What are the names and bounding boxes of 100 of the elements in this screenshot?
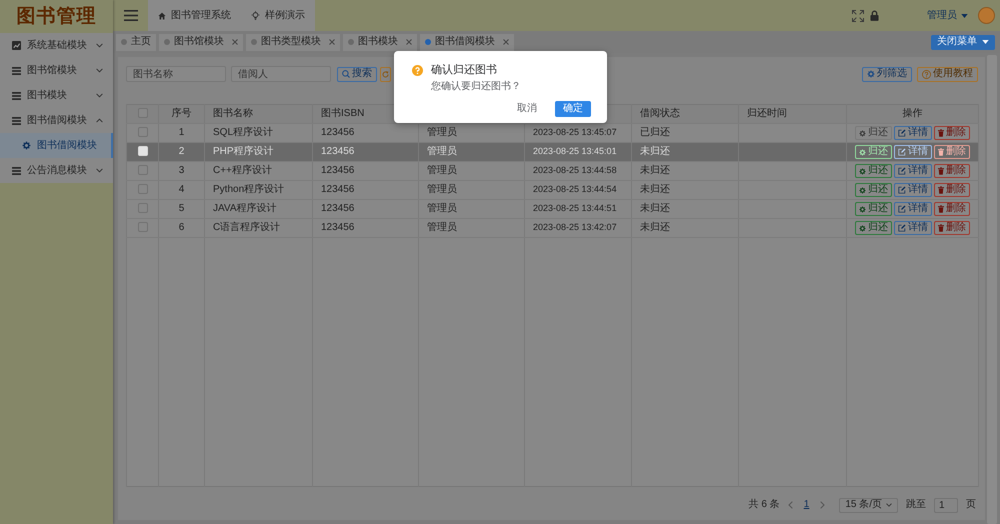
tab[interactable]: 图书借阅模块 [420, 34, 514, 50]
delete-button[interactable]: 删除 [934, 164, 970, 178]
delete-button[interactable]: 删除 [934, 202, 970, 216]
close-menu-button[interactable]: 关闭菜单 [931, 34, 995, 50]
page-input[interactable]: 1 [934, 498, 958, 512]
page-suffix: 页 [966, 499, 976, 511]
fullscreen-icon[interactable] [852, 10, 864, 22]
column-header: 图书名称 [213, 108, 253, 119]
column-header: 序号 [172, 108, 192, 119]
delete-button[interactable]: 删除 [934, 126, 970, 140]
question-icon [922, 70, 931, 78]
table-row[interactable]: 3 C++程序设计 123456 管理员 2023-08-25 13:44:58 未归还 归还 详情 删除 [126, 162, 978, 180]
table-cell: 6 [178, 222, 184, 233]
table-cell: 管理员 [427, 222, 457, 233]
delete-button[interactable]: 删除 [934, 183, 970, 197]
table-row[interactable]: 5 JAVA程序设计 123456 管理员 2023-08-25 13:44:51 未归还 归还 详情 删除 [126, 200, 978, 218]
dot-icon [425, 39, 431, 45]
column-header: 归还时间 [747, 108, 787, 119]
detail-button[interactable]: 详情 [894, 202, 932, 216]
sidebar-item[interactable]: 图书馆模块 [0, 58, 113, 83]
help-button[interactable]: 使用教程 [917, 66, 978, 82]
table-cell: 未归还 [640, 184, 670, 195]
page-button[interactable]: 1 [800, 499, 812, 511]
menu-icon [124, 10, 138, 21]
return-button[interactable]: 归还 [855, 221, 892, 235]
tab[interactable]: 图书类型模块 [246, 34, 340, 50]
cancel-button[interactable]: 取消 [509, 101, 545, 117]
edit-icon [898, 186, 906, 194]
sidebar-item[interactable]: 系统基础模块 [0, 33, 113, 58]
sidebar-item[interactable]: 图书借阅模块 [0, 108, 113, 133]
table-cell: 2023-08-25 13:42:07 [533, 222, 617, 232]
table-cell: 未归还 [640, 203, 670, 214]
sidebar-item[interactable]: 图书模块 [0, 83, 113, 108]
page-size-select[interactable]: 15 条/页 [839, 498, 898, 512]
search-field[interactable]: 借阅人 [231, 66, 331, 82]
table-cell: 123456 [321, 127, 354, 138]
tab[interactable]: 图书馆模块 [159, 34, 243, 50]
lock-icon[interactable] [870, 10, 879, 21]
return-button[interactable]: 归还 [855, 202, 892, 216]
return-button[interactable]: 归还 [855, 183, 892, 197]
total-count: 共 6 条 [748, 499, 780, 511]
table-row[interactable]: 2 PHP程序设计 123456 管理员 2023-08-25 13:45:01 未归还 归还 详情 删除 [126, 142, 978, 162]
dot-icon [251, 39, 257, 45]
chevron-icon [886, 503, 892, 507]
table-row[interactable]: 6 C语言程序设计 123456 管理员 2023-08-25 13:42:07 未归还 归还 详情 删除 [126, 218, 978, 238]
detail-button[interactable]: 详情 [894, 183, 932, 197]
table-cell: 123456 [321, 165, 354, 176]
edit-icon [898, 205, 906, 213]
trash-icon [938, 186, 944, 194]
close-icon[interactable] [503, 39, 509, 45]
delete-button[interactable]: 删除 [934, 221, 970, 235]
dot-icon [121, 39, 127, 45]
search-field[interactable]: 图书名称 [126, 66, 226, 82]
nav-link[interactable]: 图书管理系统 [148, 0, 241, 31]
gear-icon [859, 148, 866, 156]
dialog-title: 确认归还图书 [431, 64, 497, 78]
delete-button[interactable]: 删除 [934, 145, 970, 159]
trash-icon [938, 224, 944, 232]
table-cell: 未归还 [640, 165, 670, 176]
home-icon [158, 12, 166, 20]
table-cell: 1 [178, 127, 184, 138]
caret-icon [982, 40, 989, 44]
detail-button[interactable]: 详情 [894, 221, 932, 235]
chevron-left-icon[interactable] [788, 501, 793, 509]
tab[interactable]: 主页 [116, 34, 156, 50]
filter-button[interactable]: 列筛选 [862, 66, 912, 82]
table-cell: C++程序设计 [213, 165, 272, 176]
table-cell: 未归还 [640, 146, 670, 157]
table-row[interactable]: 4 Python程序设计 123456 管理员 2023-08-25 13:44:54 未归还 归还 详情 删除 [126, 180, 978, 200]
nav-link[interactable]: 样例演示 [241, 0, 315, 31]
table-cell: 2 [178, 146, 184, 157]
detail-button[interactable]: 详情 [894, 126, 932, 140]
user-menu[interactable]: 管理员 [927, 10, 968, 22]
close-icon[interactable] [232, 39, 238, 45]
table-cell: 2023-08-25 13:44:54 [533, 184, 617, 194]
detail-button[interactable]: 详情 [894, 164, 932, 178]
chevron-right-icon[interactable] [820, 501, 826, 509]
close-icon[interactable] [329, 39, 335, 45]
close-icon[interactable] [406, 39, 412, 45]
search-button[interactable]: 搜索 [337, 66, 377, 82]
edit-icon [898, 224, 906, 232]
table-cell: 123456 [321, 184, 354, 195]
avatar[interactable] [978, 7, 995, 24]
return-button[interactable]: 归还 [855, 164, 892, 178]
detail-button[interactable]: 详情 [894, 145, 932, 159]
return-button[interactable]: 归还 [855, 145, 892, 159]
sidebar-item[interactable]: 公告消息模块 [0, 158, 113, 183]
table-cell: 管理员 [427, 165, 457, 176]
trash-icon [938, 205, 944, 213]
table-cell: 3 [178, 165, 184, 176]
table-cell: 4 [178, 184, 184, 195]
table-cell: 123456 [321, 146, 354, 157]
sidebar-subitem[interactable]: 图书借阅模块 [0, 133, 113, 158]
table-cell: JAVA程序设计 [213, 203, 277, 214]
trash-icon [938, 148, 944, 156]
gear-icon [22, 141, 31, 150]
tab[interactable]: 图书模块 [343, 34, 417, 50]
reset-button[interactable] [380, 66, 391, 82]
refresh-icon [382, 70, 389, 78]
confirm-button[interactable]: 确定 [555, 101, 591, 117]
